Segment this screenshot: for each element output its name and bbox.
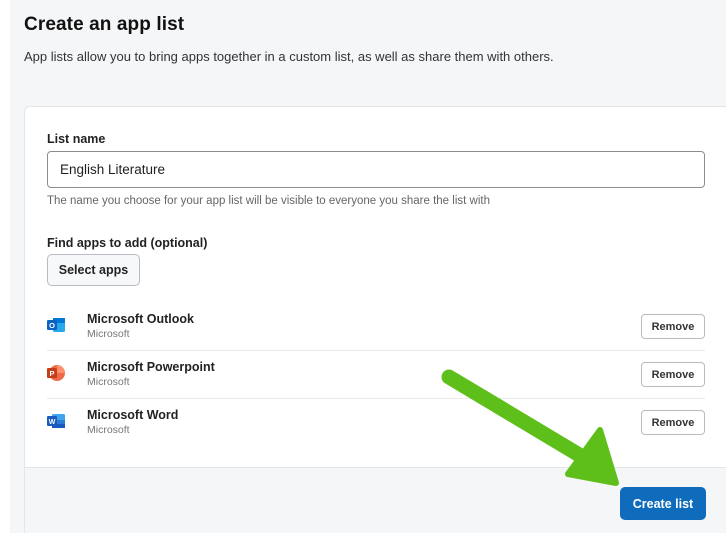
create-list-card: List name The name you choose for your a… xyxy=(24,106,726,533)
card-footer: Create list xyxy=(25,467,726,533)
remove-word-button[interactable]: Remove xyxy=(641,410,705,435)
select-apps-button[interactable]: Select apps xyxy=(47,254,140,286)
list-item: O Microsoft Outlook Microsoft Remove xyxy=(47,303,705,351)
app-name: Microsoft Powerpoint xyxy=(87,360,215,374)
app-list: O Microsoft Outlook Microsoft Remove P M… xyxy=(47,303,705,447)
list-name-label: List name xyxy=(47,132,106,146)
word-icon-letter: W xyxy=(49,419,56,426)
page-header: Create an app list App lists allow you t… xyxy=(24,14,554,64)
powerpoint-icon: P xyxy=(47,365,65,381)
outlook-icon: O xyxy=(47,318,65,332)
list-item: P Microsoft Powerpoint Microsoft Remove xyxy=(47,351,705,399)
app-publisher: Microsoft xyxy=(87,424,130,436)
remove-outlook-button[interactable]: Remove xyxy=(641,314,705,339)
page-title: Create an app list xyxy=(24,14,185,35)
app-publisher: Microsoft xyxy=(87,376,130,388)
remove-powerpoint-button[interactable]: Remove xyxy=(641,362,705,387)
create-list-button[interactable]: Create list xyxy=(620,487,706,520)
app-publisher: Microsoft xyxy=(87,328,130,340)
list-name-helper: The name you choose for your app list wi… xyxy=(47,195,490,207)
list-name-input[interactable] xyxy=(47,151,705,188)
word-icon: W xyxy=(47,414,65,428)
app-name: Microsoft Outlook xyxy=(87,312,194,326)
page-subtitle: App lists allow you to bring apps togeth… xyxy=(24,49,554,64)
app-name: Microsoft Word xyxy=(87,408,179,422)
find-apps-label: Find apps to add (optional) xyxy=(47,236,208,250)
outlook-icon-letter: O xyxy=(49,321,55,330)
list-item: W Microsoft Word Microsoft Remove xyxy=(47,399,705,447)
powerpoint-icon-letter: P xyxy=(49,369,54,378)
